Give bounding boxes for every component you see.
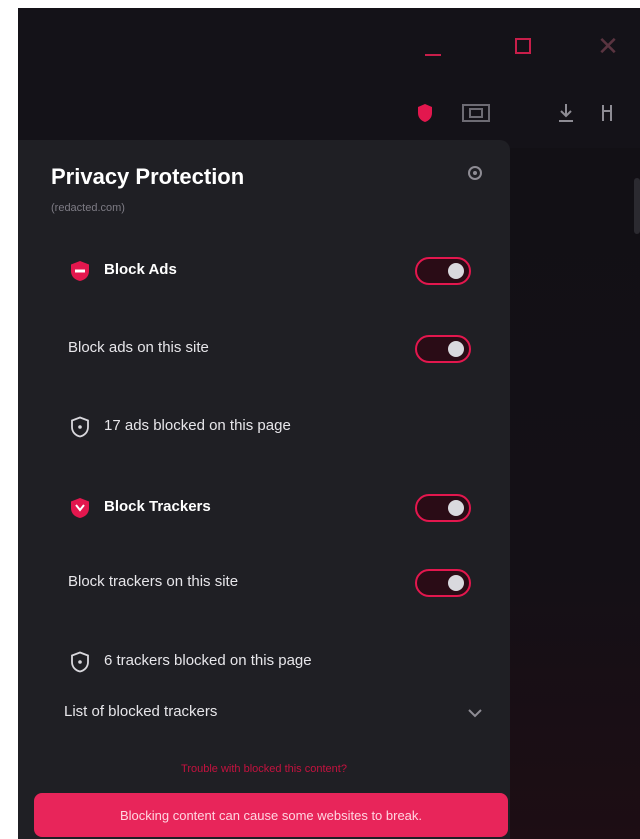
blocked-trackers-list-row[interactable]: List of blocked trackers xyxy=(18,693,510,733)
shield-outline-icon xyxy=(71,651,89,673)
screenshot-icon xyxy=(462,104,490,122)
gear-icon xyxy=(468,166,482,180)
extensions-button[interactable] xyxy=(598,98,618,128)
warning-banner: Blocking content can cause some websites… xyxy=(34,793,508,837)
trouble-report-link[interactable]: Trouble with blocked this content? xyxy=(18,763,510,775)
panel-title: Privacy Protection xyxy=(51,164,245,189)
screenshot-button[interactable] xyxy=(459,98,493,128)
title-bar: ✕ xyxy=(18,8,640,148)
maximize-button[interactable] xyxy=(503,26,543,66)
block-ads-site-label: Block ads on this site xyxy=(68,339,209,356)
block-ads-row: Block Ads xyxy=(18,251,510,291)
settings-button[interactable] xyxy=(464,162,486,184)
block-trackers-site-row: Block trackers on this site xyxy=(18,563,510,603)
block-ads-site-toggle[interactable] xyxy=(415,335,471,363)
extensions-icon xyxy=(602,105,612,121)
ads-blocked-count: 17 ads blocked on this page xyxy=(104,417,291,434)
shield-outline-icon xyxy=(71,416,89,438)
minimize-icon xyxy=(425,54,441,56)
download-button[interactable] xyxy=(555,98,577,128)
blocked-trackers-list-label: List of blocked trackers xyxy=(64,703,218,720)
ad-block-shield-icon xyxy=(71,261,89,281)
trackers-blocked-count: 6 trackers blocked on this page xyxy=(104,652,312,669)
webpage-area xyxy=(510,148,640,839)
block-ads-label: Block Ads xyxy=(104,261,177,278)
close-button[interactable]: ✕ xyxy=(588,26,628,66)
privacy-shield-icon xyxy=(418,104,432,122)
block-trackers-toggle[interactable] xyxy=(415,494,471,522)
chevron-down-icon xyxy=(468,709,482,718)
close-icon: ✕ xyxy=(597,30,619,61)
toggle-knob xyxy=(448,575,464,591)
minimize-button[interactable] xyxy=(413,26,453,66)
block-trackers-row: Block Trackers xyxy=(18,488,510,528)
trackers-blocked-count-row: 6 trackers blocked on this page xyxy=(18,642,510,682)
block-trackers-site-toggle[interactable] xyxy=(415,569,471,597)
download-icon xyxy=(559,104,573,122)
toggle-knob xyxy=(448,263,464,279)
tracker-shield-icon xyxy=(71,498,89,518)
privacy-protection-panel: Privacy Protection (redacted.com) Block … xyxy=(18,140,510,839)
block-trackers-label: Block Trackers xyxy=(104,498,211,515)
block-ads-site-row: Block ads on this site xyxy=(18,329,510,369)
scrollbar-thumb[interactable] xyxy=(634,178,640,234)
toggle-knob xyxy=(448,500,464,516)
expand-button[interactable] xyxy=(463,701,487,725)
block-ads-toggle[interactable] xyxy=(415,257,471,285)
toggle-knob xyxy=(448,341,464,357)
block-trackers-site-label: Block trackers on this site xyxy=(68,573,239,590)
maximize-icon xyxy=(515,38,531,54)
site-domain: (redacted.com) xyxy=(51,202,125,214)
privacy-shield-button[interactable] xyxy=(414,98,436,128)
ads-blocked-count-row: 17 ads blocked on this page xyxy=(18,407,510,447)
